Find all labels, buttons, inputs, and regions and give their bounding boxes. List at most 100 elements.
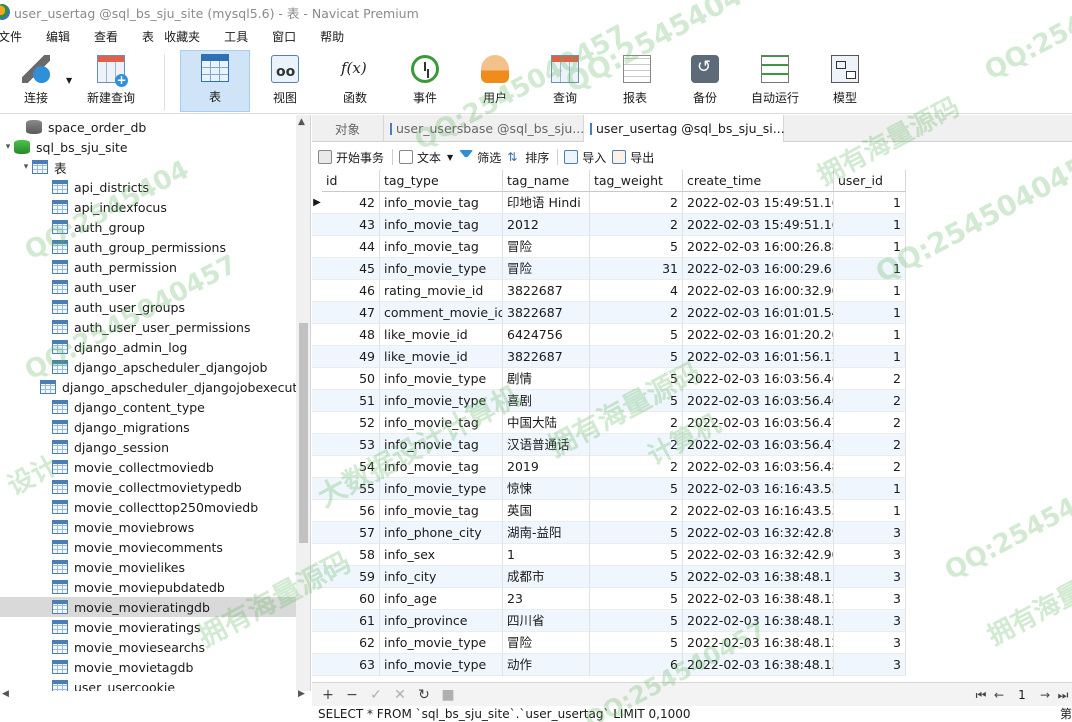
connect-button[interactable]: 连接 bbox=[14, 50, 58, 112]
row-selector[interactable] bbox=[312, 500, 322, 522]
row-selector[interactable] bbox=[312, 654, 322, 676]
table-row[interactable]: 56 info_movie_tag 英国 2 2022-02-03 16:16:43.5… bbox=[312, 500, 906, 522]
cell-tag-name[interactable]: 冒险 bbox=[503, 632, 590, 654]
view-button[interactable]: 视图 bbox=[256, 50, 314, 112]
cell-tag-type[interactable]: info_movie_tag bbox=[380, 456, 503, 478]
row-selector[interactable] bbox=[312, 324, 322, 346]
cell-id[interactable]: 57 bbox=[322, 522, 380, 544]
cell-user-id[interactable]: 2 bbox=[834, 434, 906, 456]
table-button[interactable]: 表 bbox=[180, 50, 250, 112]
cell-tag-name[interactable]: 冒险 bbox=[503, 236, 590, 258]
cell-create-time[interactable]: 2022-02-03 16:00:29.6110 bbox=[683, 258, 834, 280]
cell-create-time[interactable]: 2022-02-03 15:49:51.1615 bbox=[683, 192, 834, 214]
scrollbar-thumb[interactable] bbox=[299, 323, 308, 543]
cell-tag-weight[interactable]: 5 bbox=[590, 610, 683, 632]
tree-table-item[interactable]: movie_moviepubdatedb bbox=[0, 577, 296, 597]
cell-tag-weight[interactable]: 2 bbox=[590, 192, 683, 214]
cell-user-id[interactable]: 1 bbox=[834, 192, 906, 214]
cell-create-time[interactable]: 2022-02-03 16:16:43.5300 bbox=[683, 478, 834, 500]
previous-page-icon[interactable]: ← bbox=[990, 688, 1008, 702]
cell-user-id[interactable]: 1 bbox=[834, 324, 906, 346]
table-row[interactable]: 59info_city成都市52022-02-03 16:38:48.11693 bbox=[312, 566, 906, 588]
cell-tag-type[interactable]: info_movie_tag bbox=[380, 214, 503, 236]
sort-button[interactable]: ⇅ 排序 bbox=[507, 149, 549, 166]
cell-create-time[interactable]: 2022-02-03 16:03:56.4778 bbox=[683, 434, 834, 456]
cell-tag-weight[interactable]: 2 bbox=[590, 456, 683, 478]
cell-tag-weight[interactable]: 4 bbox=[590, 280, 683, 302]
row-selector[interactable] bbox=[312, 258, 322, 280]
new-query-button[interactable]: 新建查询 bbox=[82, 50, 140, 112]
cell-create-time[interactable]: 2022-02-03 16:01:01.5498 bbox=[683, 302, 834, 324]
cell-tag-type[interactable]: info_movie_tag bbox=[380, 412, 503, 434]
cell-user-id[interactable]: 3 bbox=[834, 566, 906, 588]
tree-table-item[interactable]: movie_movietagdb bbox=[0, 657, 296, 677]
cell-user-id[interactable]: 2 bbox=[834, 390, 906, 412]
table-row[interactable]: 44 info_movie_tag 冒险 5 2022-02-03 16:00:26.8… bbox=[312, 236, 906, 258]
export-button[interactable]: 导出 bbox=[612, 149, 654, 166]
cell-tag-type[interactable]: info_movie_type bbox=[380, 632, 503, 654]
cell-user-id[interactable]: 2 bbox=[834, 456, 906, 478]
cell-id[interactable]: 50 bbox=[322, 368, 380, 390]
cell-tag-name[interactable]: 剧情 bbox=[503, 368, 590, 390]
tab-objects[interactable]: 对象 bbox=[312, 115, 384, 142]
tree-table-item[interactable]: user_usercookie bbox=[0, 677, 296, 691]
cell-create-time[interactable]: 2022-02-03 16:03:56.4642 bbox=[683, 390, 834, 412]
cell-tag-type[interactable]: info_city bbox=[380, 566, 503, 588]
tree-table-item[interactable]: auth_group_permissions bbox=[0, 237, 296, 257]
tree-table-item[interactable]: movie_moviesearchs bbox=[0, 637, 296, 657]
cell-tag-name[interactable]: 23 bbox=[503, 588, 590, 610]
tree-db-space-order[interactable]: space_order_db bbox=[0, 117, 296, 137]
cell-user-id[interactable]: 1 bbox=[834, 280, 906, 302]
cell-tag-weight[interactable]: 5 bbox=[590, 522, 683, 544]
cell-user-id[interactable]: 3 bbox=[834, 654, 906, 676]
cell-tag-weight[interactable]: 5 bbox=[590, 368, 683, 390]
menu-table[interactable]: 表 bbox=[142, 28, 154, 45]
delete-record-icon[interactable]: − bbox=[344, 687, 360, 703]
cell-tag-type[interactable]: info_movie_type bbox=[380, 258, 503, 280]
cell-tag-name[interactable]: 喜剧 bbox=[503, 390, 590, 412]
row-selector[interactable] bbox=[312, 544, 322, 566]
function-button[interactable]: 函数 bbox=[326, 50, 384, 112]
cell-user-id[interactable]: 1 bbox=[834, 214, 906, 236]
cell-id[interactable]: 54 bbox=[322, 456, 380, 478]
tree-table-item[interactable]: movie_collectmovietypedb bbox=[0, 477, 296, 497]
cell-create-time[interactable]: 2022-02-03 16:03:56.4742 bbox=[683, 412, 834, 434]
cell-tag-name[interactable]: 2012 bbox=[503, 214, 590, 236]
cell-create-time[interactable]: 2022-02-03 16:03:56.4612 bbox=[683, 368, 834, 390]
column-header-create-time[interactable]: create_time bbox=[683, 170, 834, 192]
cell-tag-name[interactable]: 动作 bbox=[503, 654, 590, 676]
page-number[interactable]: 1 bbox=[1008, 688, 1036, 702]
table-row[interactable]: 47 comment_movie_id 3822687 2 2022-02-03 16:… bbox=[312, 302, 906, 324]
cell-tag-type[interactable]: rating_movie_id bbox=[380, 280, 503, 302]
text-dropdown-button[interactable]: 文本 ▼ bbox=[399, 149, 453, 166]
cell-tag-weight[interactable]: 5 bbox=[590, 566, 683, 588]
cell-create-time[interactable]: 2022-02-03 16:38:48.1339 bbox=[683, 654, 834, 676]
cell-create-time[interactable]: 2022-02-03 16:38:48.1299 bbox=[683, 632, 834, 654]
row-selector[interactable] bbox=[312, 632, 322, 654]
column-header-tag-name[interactable]: tag_name bbox=[503, 170, 590, 192]
table-row[interactable]: 45 info_movie_type 冒险 31 2022-02-03 16:00:29… bbox=[312, 258, 906, 280]
cell-create-time[interactable]: 2022-02-03 15:49:51.1655 bbox=[683, 214, 834, 236]
column-header-tag-type[interactable]: tag_type bbox=[380, 170, 503, 192]
table-row[interactable]: 51 info_movie_type 喜剧 5 2022-02-03 16:03:56.… bbox=[312, 390, 906, 412]
cell-id[interactable]: 47 bbox=[322, 302, 380, 324]
table-row[interactable]: 53 info_movie_tag 汉语普通话 2 2022-02-03 16:03:5… bbox=[312, 434, 906, 456]
tree-table-item[interactable]: auth_user_user_permissions bbox=[0, 317, 296, 337]
table-row[interactable]: 55 info_movie_type 惊悚 5 2022-02-03 16:16:43.… bbox=[312, 478, 906, 500]
cell-id[interactable]: 49 bbox=[322, 346, 380, 368]
scroll-up-arrow-icon[interactable]: ▲ bbox=[298, 117, 305, 127]
menu-view[interactable]: 查看 bbox=[94, 28, 118, 45]
data-grid[interactable]: id tag_type tag_name tag_weight create_t… bbox=[312, 170, 1072, 678]
next-page-icon[interactable]: → bbox=[1036, 688, 1054, 702]
cell-tag-type[interactable]: like_movie_id bbox=[380, 346, 503, 368]
cell-id[interactable]: 62 bbox=[322, 632, 380, 654]
automation-button[interactable]: 自动运行 bbox=[746, 50, 804, 112]
apply-changes-icon[interactable]: ✓ bbox=[368, 687, 384, 703]
scroll-right-arrow-icon[interactable]: ▶ bbox=[298, 689, 305, 699]
row-selector[interactable] bbox=[312, 302, 322, 324]
row-selector[interactable] bbox=[312, 478, 322, 500]
cell-id[interactable]: 59 bbox=[322, 566, 380, 588]
table-row[interactable]: 54 info_movie_tag 2019 2 2022-02-03 16:03:56… bbox=[312, 456, 906, 478]
row-selector[interactable] bbox=[312, 434, 322, 456]
cell-tag-name[interactable]: 湖南-益阳 bbox=[503, 522, 590, 544]
